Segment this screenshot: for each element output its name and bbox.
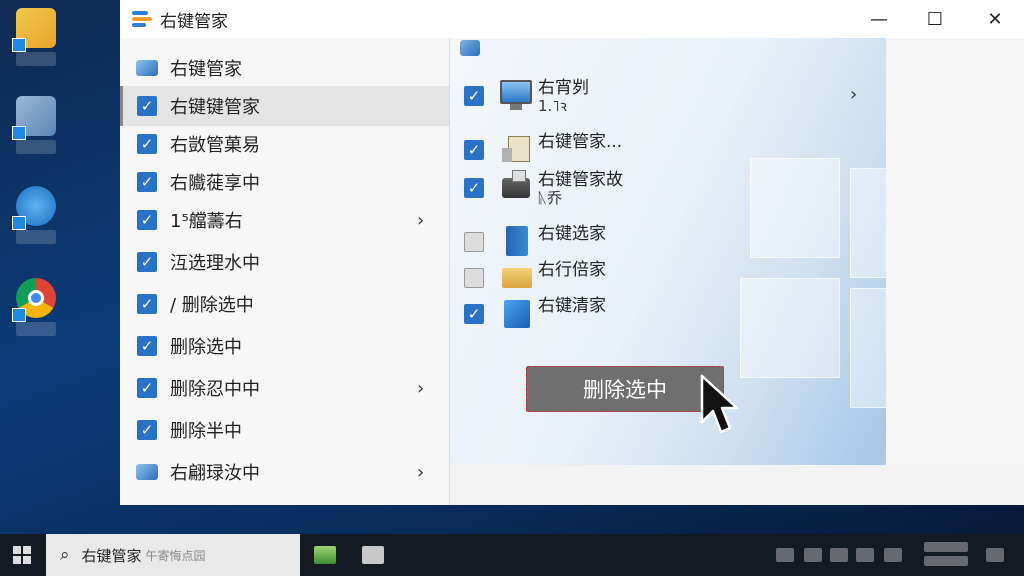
menu-item[interactable]: ✓ 删除忍中中 › (120, 368, 449, 408)
app-icon (134, 56, 160, 80)
checkbox[interactable]: ✓ (464, 86, 484, 106)
checkbox[interactable]: ✓ (137, 252, 157, 272)
app-logo-icon (132, 10, 152, 28)
menu-item[interactable]: ✓ 删除选中 (120, 326, 449, 366)
checkbox[interactable]: ✓ (137, 420, 157, 440)
folder-icon (12, 8, 56, 52)
search-icon: ⌕ (60, 545, 70, 565)
checkbox[interactable]: ✓ (137, 172, 157, 192)
chevron-right-icon: › (417, 209, 425, 231)
windows-logo-icon (13, 546, 31, 564)
chevron-right-icon: › (417, 377, 425, 399)
menu-item[interactable]: ✓ 沍选理水中 (120, 242, 449, 282)
close-button[interactable]: ✕ (966, 0, 1024, 38)
checkbox[interactable]: ✓ (137, 294, 157, 314)
checkbox[interactable]: ✓ (137, 134, 157, 154)
search-input[interactable]: 右键管家 (82, 545, 142, 566)
window-title: 右键管家 (160, 11, 228, 32)
desktop-icon-chrome[interactable] (8, 278, 64, 348)
taskbar-search-box[interactable]: ⌕ 右键管家 午寄悔点园 (46, 534, 300, 576)
list-item[interactable]: ✓ 右宵刿 1.˥ꝛ › (464, 78, 894, 114)
list-item[interactable]: ✓ 右键清家 (464, 296, 894, 332)
context-menu-list: 右键管家 ✓ 右键键管家 ✓ 右敳管菓易 ✓ 右隵蓰享中 ✓ 1⁵艡薵右 › ✓… (120, 38, 450, 505)
app-icon (134, 460, 160, 484)
checkbox[interactable] (464, 268, 484, 288)
calculator-icon (498, 132, 534, 166)
menu-item[interactable]: 右键管家 (120, 48, 449, 88)
notification-icon[interactable] (986, 548, 1004, 562)
checkbox[interactable]: ✓ (464, 178, 484, 198)
desktop-icon-network[interactable] (8, 186, 64, 256)
tray-icon[interactable] (856, 548, 874, 562)
mouse-cursor-icon (700, 374, 739, 434)
list-item[interactable]: 右行倍家 (464, 260, 894, 296)
checkbox[interactable]: ✓ (464, 140, 484, 160)
checkbox[interactable] (464, 232, 484, 252)
checkbox[interactable]: ✓ (464, 304, 484, 324)
right-blank-panel (886, 38, 1024, 465)
clock[interactable] (924, 542, 968, 552)
maximize-button[interactable]: ☐ (906, 0, 964, 38)
delete-selected-button[interactable]: 删除选中 (526, 366, 724, 412)
menu-item[interactable]: ✓ / 删除选中 (120, 284, 449, 324)
store-icon (362, 546, 384, 564)
chrome-icon (12, 278, 56, 322)
checkbox[interactable]: ✓ (137, 210, 157, 230)
network-icon (12, 186, 56, 230)
menu-item-selected[interactable]: ✓ 右键键管家 (120, 86, 449, 126)
printer-icon (498, 170, 534, 204)
chevron-right-icon: › (417, 461, 425, 483)
menu-item[interactable]: ✓ 右隵蓰享中 (120, 162, 449, 202)
checkbox[interactable]: ✓ (137, 378, 157, 398)
date[interactable] (924, 556, 968, 566)
computer-icon (12, 96, 56, 140)
title-bar: 右键管家 — ☐ ✕ (120, 0, 1024, 38)
menu-item[interactable]: ✓ 删除半中 (120, 410, 449, 450)
menu-item[interactable]: ✓ 1⁵艡薵右 › (120, 200, 449, 240)
list-item[interactable]: 右键选家 (464, 224, 894, 260)
menu-item[interactable]: ✓ 右敳管菓易 (120, 124, 449, 164)
list-item[interactable]: ✓ 右键管家故 ᚣ乔 (464, 170, 894, 206)
folder-icon (498, 260, 534, 294)
monitor-icon (498, 78, 534, 112)
tray-icon[interactable] (804, 548, 822, 562)
checkbox[interactable]: ✓ (137, 96, 157, 116)
desktop-icon-pc[interactable] (8, 96, 64, 166)
taskbar-app-store[interactable] (358, 540, 388, 570)
desktop-icon-user[interactable] (8, 8, 64, 78)
start-button[interactable] (0, 534, 44, 576)
checkbox[interactable]: ✓ (137, 336, 157, 356)
search-placeholder: 午寄悔点园 (145, 548, 206, 563)
tray-icon[interactable] (884, 548, 902, 562)
list-item[interactable]: ✓ 右键管家... (464, 132, 894, 168)
main-window: 右键管家 — ☐ ✕ ✓ 右宵刿 1.˥ꝛ › ✓ 右键管家... ✓ 右键管家… (120, 0, 1024, 505)
minimize-button[interactable]: — (850, 0, 908, 38)
menu-item[interactable]: 右翩琭汝中 › (120, 452, 449, 492)
blue-box-icon (498, 296, 534, 330)
book-icon (498, 224, 534, 258)
taskbar-app-folder[interactable] (310, 540, 340, 570)
taskbar: ⌕ 右键管家 午寄悔点园 (0, 534, 1024, 576)
tray-icon[interactable] (776, 548, 794, 562)
chevron-right-icon: › (850, 84, 858, 105)
app-icon (314, 546, 336, 564)
tray-icon[interactable] (830, 548, 848, 562)
